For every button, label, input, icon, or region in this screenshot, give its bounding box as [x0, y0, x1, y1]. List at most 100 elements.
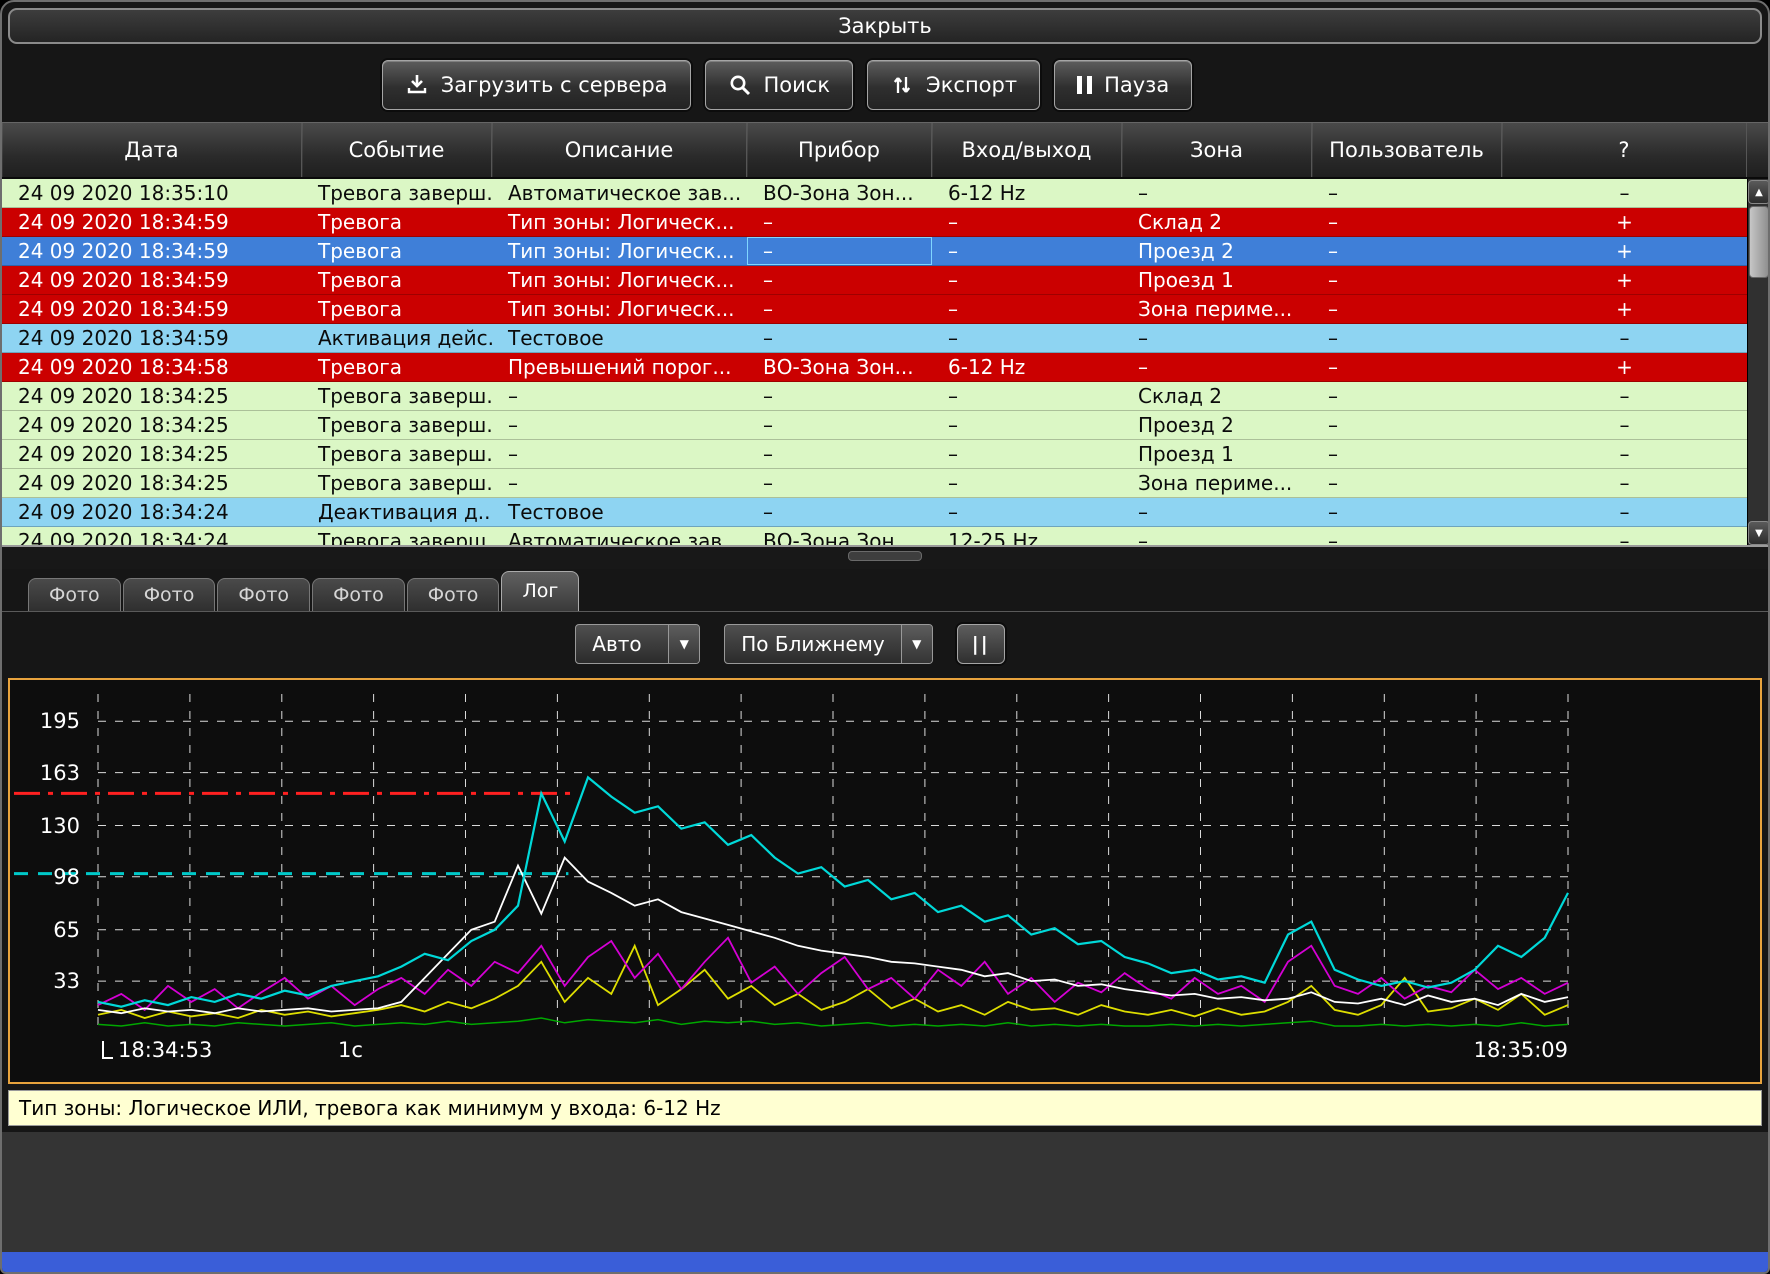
table-cell: Автоматическое зав... [492, 527, 747, 545]
splitter-grip[interactable] [848, 551, 922, 561]
table-cell: – [1502, 411, 1747, 439]
table-cell: – [1502, 382, 1747, 410]
table-row[interactable]: 24 09 2020 18:34:25Тревога заверш...–––З… [2, 469, 1747, 498]
close-button[interactable]: Закрыть [8, 8, 1762, 44]
toolbar: Загрузить с сервера Поиск Экспорт Пауза [2, 48, 1768, 122]
table-cell: Деактивация д... [302, 498, 492, 526]
table-cell: 24 09 2020 18:34:25 [2, 440, 302, 468]
pause-label: Пауза [1104, 73, 1169, 97]
column-header[interactable]: Пользователь [1312, 123, 1502, 177]
table-row[interactable]: 24 09 2020 18:34:59ТревогаТип зоны: Логи… [2, 266, 1747, 295]
table-cell: 24 09 2020 18:34:25 [2, 469, 302, 497]
table-cell: Тестовое [492, 324, 747, 352]
chart-y-labels: 195163130986533 [10, 694, 88, 1034]
table-cell: – [1312, 353, 1502, 381]
bottom-strip [2, 1252, 1768, 1272]
mode-dropdown[interactable]: По Ближнему ▼ [724, 624, 932, 664]
chevron-down-icon[interactable]: ▼ [901, 625, 932, 663]
table-cell: Активация дейс... [302, 324, 492, 352]
table-row[interactable]: 24 09 2020 18:34:59Активация дейс...Тест… [2, 324, 1747, 353]
table-cell: + [1502, 237, 1747, 265]
table-row[interactable]: 24 09 2020 18:34:25Тревога заверш...–––П… [2, 440, 1747, 469]
table-cell: – [932, 208, 1122, 236]
table-cell: 12-25 Hz [932, 527, 1122, 545]
table-cell: – [1122, 324, 1312, 352]
scroll-up-button[interactable]: ▲ [1748, 180, 1768, 204]
table-cell: 24 09 2020 18:34:59 [2, 208, 302, 236]
table-row[interactable]: 24 09 2020 18:34:59ТревогаТип зоны: Логи… [2, 208, 1747, 237]
table-cell: – [1502, 440, 1747, 468]
table-cell: – [747, 469, 932, 497]
download-icon [405, 73, 429, 97]
search-button[interactable]: Поиск [705, 60, 854, 110]
vertical-scrollbar[interactable]: ▲ ▼ [1747, 179, 1768, 545]
table-row[interactable]: 24 09 2020 18:34:24Тревога заверш...Авто… [2, 527, 1747, 545]
table-cell: – [747, 208, 932, 236]
column-header[interactable]: Описание [492, 123, 747, 177]
chevron-down-icon[interactable]: ▼ [668, 625, 699, 663]
export-button[interactable]: Экспорт [867, 60, 1040, 110]
table-cell: – [1312, 179, 1502, 207]
table-cell: – [1312, 382, 1502, 410]
table-cell: 24 09 2020 18:34:59 [2, 266, 302, 294]
table-row[interactable]: 24 09 2020 18:35:10Тревога заверш...Авто… [2, 179, 1747, 208]
tab-photo-3[interactable]: Фото [217, 578, 310, 611]
table-cell: – [932, 324, 1122, 352]
tab-photo-2[interactable]: Фото [123, 578, 216, 611]
column-header[interactable]: Прибор [747, 123, 932, 177]
table-cell: + [1502, 208, 1747, 236]
scale-dropdown[interactable]: Авто ▼ [575, 624, 700, 664]
table-cell: – [1312, 324, 1502, 352]
table-cell: – [747, 237, 932, 265]
table-row[interactable]: 24 09 2020 18:34:58ТревогаПревышений пор… [2, 353, 1747, 382]
table-cell: – [932, 440, 1122, 468]
tab-log[interactable]: Лог [501, 571, 579, 611]
table-row[interactable]: 24 09 2020 18:34:59ТревогаТип зоны: Логи… [2, 237, 1747, 266]
signal-chart: 195163130986533 18:34:53 1с 18:35:09 [8, 678, 1762, 1084]
table-cell: 24 09 2020 18:35:10 [2, 179, 302, 207]
tab-photo-4[interactable]: Фото [312, 578, 405, 611]
tab-photo-5[interactable]: Фото [407, 578, 500, 611]
axis-corner-tick [102, 1041, 113, 1059]
table-cell: ВО-Зона Зон... [747, 527, 932, 545]
scroll-down-button[interactable]: ▼ [1748, 521, 1768, 545]
table-cell: 24 09 2020 18:34:25 [2, 382, 302, 410]
column-header[interactable]: Событие [302, 123, 492, 177]
table-cell: Тревога заверш... [302, 411, 492, 439]
tab-photo-1[interactable]: Фото [28, 578, 121, 611]
table-cell: 24 09 2020 18:34:59 [2, 324, 302, 352]
column-header[interactable]: Зона [1122, 123, 1312, 177]
table-cell: – [1502, 179, 1747, 207]
table-cell: – [1502, 527, 1747, 545]
x-axis-labels: 18:34:53 1с 18:35:09 [98, 1038, 1568, 1066]
table-cell: – [1312, 440, 1502, 468]
y-axis-label: 130 [40, 813, 80, 839]
column-header[interactable]: Дата [2, 123, 302, 177]
table-row[interactable]: 24 09 2020 18:34:24Деактивация д...Тесто… [2, 498, 1747, 527]
table-cell: + [1502, 295, 1747, 323]
table-cell: – [492, 382, 747, 410]
table-cell: – [492, 411, 747, 439]
table-row[interactable]: 24 09 2020 18:34:25Тревога заверш...–––П… [2, 411, 1747, 440]
app-window: Закрыть Загрузить с сервера Поиск Экспор… [0, 0, 1770, 1274]
table-row[interactable]: 24 09 2020 18:34:25Тревога заверш...–––С… [2, 382, 1747, 411]
mode-dropdown-value: По Ближнему [725, 625, 900, 663]
pause-button[interactable]: Пауза [1054, 60, 1192, 110]
table-cell: – [1312, 266, 1502, 294]
chart-pause-button[interactable]: || [957, 624, 1005, 664]
table-cell: 24 09 2020 18:34:24 [2, 527, 302, 545]
table-cell: Зона периме... [1122, 295, 1312, 323]
scrollbar-thumb[interactable] [1749, 206, 1768, 278]
x-start-label: 18:34:53 [118, 1038, 212, 1062]
chart-plot-svg [98, 694, 1568, 1034]
table-cell: 6-12 Hz [932, 179, 1122, 207]
table-cell: Тестовое [492, 498, 747, 526]
table-row[interactable]: 24 09 2020 18:34:59ТревогаТип зоны: Логи… [2, 295, 1747, 324]
load-from-server-button[interactable]: Загрузить с сервера [382, 60, 691, 110]
table-cell: Тип зоны: Логическ... [492, 295, 747, 323]
column-header[interactable]: Вход/выход [932, 123, 1122, 177]
pane-splitter[interactable] [2, 545, 1768, 569]
column-header[interactable]: ? [1502, 123, 1747, 177]
table-cell: 24 09 2020 18:34:25 [2, 411, 302, 439]
table-cell: – [932, 498, 1122, 526]
